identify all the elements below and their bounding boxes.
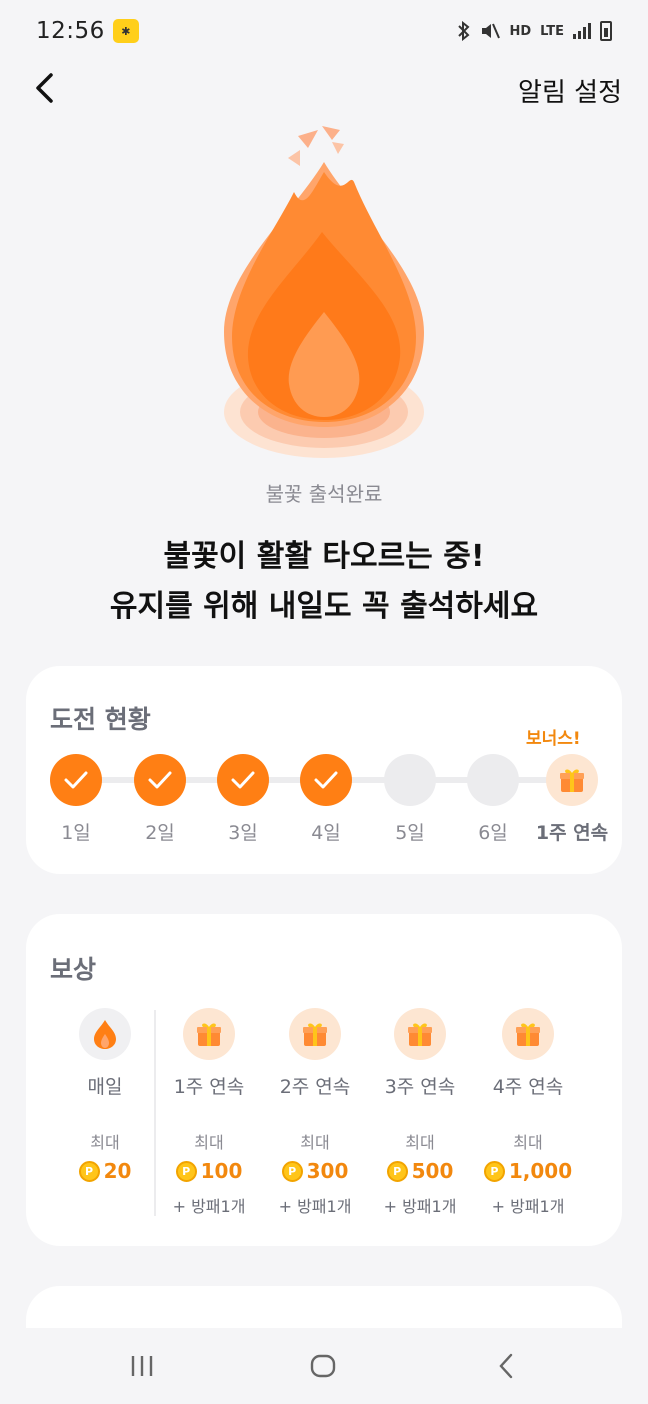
lte-indicator: LTE (540, 23, 564, 39)
gift-badge (394, 1008, 446, 1060)
gift-icon (560, 769, 584, 792)
week-bonus-gift (546, 754, 598, 806)
challenge-status-card: 도전 현황 보너스! 1일 2일 3일 4일 5일 6일 1주 연속 (26, 666, 622, 874)
headline-line-1: 불꽃이 활활 타오르는 중! (163, 539, 485, 574)
signal-icon (573, 23, 591, 39)
coin-icon: P (175, 1160, 197, 1182)
reward-amount-value: 20 (103, 1159, 132, 1183)
day-3-check (217, 754, 269, 806)
reward-amount-value: 100 (200, 1159, 243, 1183)
flame-icon (94, 1020, 116, 1049)
reward-amount-value: 1,000 (508, 1159, 573, 1183)
reward-name: 매일 (87, 1076, 123, 1098)
day-3-label: 3일 (228, 822, 258, 844)
recent-apps-button[interactable] (122, 1350, 162, 1382)
rewards-card: 보상 매일 최대 P 20 1주 연속 최대 P 100 + 방패1개 2주 연… (26, 914, 622, 1246)
bluetooth-icon (458, 21, 470, 41)
flame-icon (224, 126, 424, 458)
check-icon (314, 771, 338, 789)
reward-extra: + 방패1개 (278, 1197, 352, 1216)
gift-icon (197, 1023, 221, 1046)
home-button[interactable] (303, 1350, 343, 1382)
reward-extra: + 방패1개 (491, 1197, 565, 1216)
day-6-circle (467, 754, 519, 806)
battery-icon (600, 21, 612, 41)
reward-name: 3주 연속 (384, 1076, 456, 1098)
home-icon (310, 1354, 336, 1378)
daily-flame-badge (79, 1008, 131, 1060)
reward-amount: P 300 (260, 1159, 370, 1183)
reward-max-label: 최대 (405, 1133, 435, 1152)
reward-amount: P 1,000 (473, 1159, 583, 1183)
coin-icon: P (386, 1160, 408, 1182)
recent-apps-icon (131, 1356, 153, 1376)
top-nav: 알림 설정 (0, 62, 648, 116)
system-back-button[interactable] (486, 1350, 526, 1382)
reward-name: 4주 연속 (492, 1076, 564, 1098)
status-bar: 12:56 ✱ HD LTE (0, 0, 648, 62)
week-streak-label: 1주 연속 (535, 822, 609, 844)
reward-extra: + 방패1개 (172, 1197, 246, 1216)
reward-amount-value: 300 (306, 1159, 349, 1183)
reward-max-label: 최대 (194, 1133, 224, 1152)
day-1-check (50, 754, 102, 806)
reward-week-3: 3주 연속 최대 P 500 + 방패1개 (365, 1008, 475, 1217)
coin-icon: P (483, 1160, 505, 1182)
challenge-title: 도전 현황 (50, 705, 151, 734)
reward-week-1: 1주 연속 최대 P 100 + 방패1개 (154, 1008, 264, 1217)
reward-name: 2주 연속 (279, 1076, 351, 1098)
reward-daily: 매일 최대 P 20 (50, 1008, 160, 1183)
headline: 불꽃이 활활 타오르는 중! 유지를 위해 내일도 꼭 출석하세요 (0, 532, 648, 632)
reward-max-label: 최대 (90, 1133, 120, 1152)
gift-badge (502, 1008, 554, 1060)
rewards-title: 보상 (50, 955, 97, 984)
hd-voice-indicator: HD (509, 23, 532, 39)
gift-badge (289, 1008, 341, 1060)
reward-week-4: 4주 연속 최대 P 1,000 + 방패1개 (473, 1008, 583, 1217)
gift-badge (183, 1008, 235, 1060)
day-5-label: 5일 (395, 822, 425, 844)
alarm-settings-button[interactable]: 알림 설정 (518, 72, 622, 109)
reward-name: 1주 연속 (173, 1076, 245, 1098)
reward-amount-value: 500 (411, 1159, 454, 1183)
back-button[interactable] (26, 70, 62, 106)
day-2-check (134, 754, 186, 806)
reward-max-label: 최대 (300, 1133, 330, 1152)
day-2-label: 2일 (145, 822, 175, 844)
mute-icon (482, 23, 501, 39)
attendance-status-caption: 불꽃 출석완료 (265, 482, 383, 506)
reward-extra: + 방패1개 (383, 1197, 457, 1216)
reward-max-label: 최대 (513, 1133, 543, 1152)
bonus-label: 보너스! (526, 729, 581, 749)
status-indicators: HD LTE (457, 21, 612, 41)
check-icon (64, 771, 88, 789)
flame-illustration (204, 122, 444, 467)
check-icon (231, 771, 255, 789)
reward-amount: P 100 (154, 1159, 264, 1183)
coin-icon: P (281, 1160, 303, 1182)
system-nav-bar (0, 1328, 648, 1404)
check-icon (148, 771, 172, 789)
app-notification-icon: ✱ (112, 19, 139, 43)
coin-icon: P (78, 1160, 100, 1182)
day-5-circle (384, 754, 436, 806)
day-4-label: 4일 (311, 822, 341, 844)
chevron-left-icon (36, 73, 53, 103)
gift-icon (408, 1023, 432, 1046)
back-icon (499, 1353, 513, 1379)
reward-amount: P 500 (365, 1159, 475, 1183)
status-time: 12:56 (36, 18, 105, 44)
gift-icon (303, 1023, 327, 1046)
headline-line-2: 유지를 위해 내일도 꼭 출석하세요 (109, 589, 539, 624)
reward-week-2: 2주 연속 최대 P 300 + 방패1개 (260, 1008, 370, 1217)
reward-amount: P 20 (50, 1159, 160, 1183)
day-1-label: 1일 (61, 822, 91, 844)
day-4-check (300, 754, 352, 806)
gift-icon (516, 1023, 540, 1046)
